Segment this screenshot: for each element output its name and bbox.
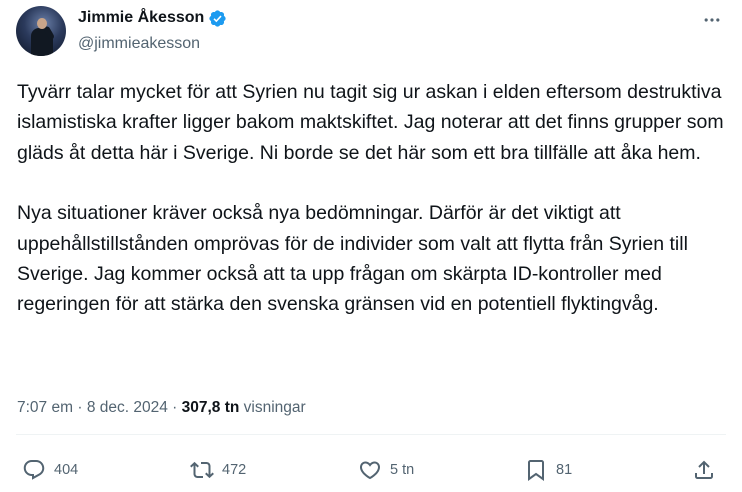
repost-icon: [190, 461, 214, 479]
more-button[interactable]: [700, 10, 724, 30]
tweet-meta: 7:07 em · 8 dec. 2024 · 307,8 tn visning…: [17, 397, 306, 419]
divider: [16, 434, 726, 435]
meta-separator: ·: [172, 399, 178, 416]
tweet-text: Tyvärr talar mycket för att Syrien nu ta…: [17, 77, 727, 320]
tweet-time[interactable]: 7:07 em: [17, 399, 73, 416]
reply-button[interactable]: 404: [22, 452, 78, 488]
views-count[interactable]: 307,8 tn: [182, 399, 240, 416]
tweet-date[interactable]: 8 dec. 2024: [87, 399, 168, 416]
verified-badge-icon[interactable]: [208, 9, 227, 28]
like-count: 5 tn: [390, 462, 415, 478]
heart-icon: [359, 461, 381, 480]
author-handle[interactable]: @jimmieakesson: [78, 34, 200, 54]
tweet-paragraph: Nya situationer kräver också nya bedömni…: [17, 202, 688, 316]
bookmark-count: 81: [556, 462, 573, 478]
bookmark-icon: [528, 460, 544, 481]
reply-count: 404: [54, 462, 79, 478]
views-label[interactable]: visningar: [244, 399, 306, 416]
action-bar: 404 472 5 tn 81: [0, 452, 742, 488]
share-button[interactable]: [692, 452, 716, 488]
more-horizontal-icon: [704, 18, 720, 22]
avatar[interactable]: [16, 6, 66, 56]
meta-separator: ·: [77, 399, 83, 416]
tweet-paragraph: Tyvärr talar mycket för att Syrien nu ta…: [17, 81, 724, 164]
author-name-text[interactable]: Jimmie Åkesson: [78, 8, 204, 28]
repost-button[interactable]: 472: [190, 452, 246, 488]
avatar-figure-head: [37, 18, 47, 29]
like-button[interactable]: 5 tn: [358, 452, 414, 488]
bookmark-button[interactable]: 81: [524, 452, 572, 488]
repost-count: 472: [222, 462, 247, 478]
reply-icon: [23, 460, 45, 480]
share-icon: [695, 460, 713, 479]
author-name[interactable]: Jimmie Åkesson: [78, 8, 227, 28]
